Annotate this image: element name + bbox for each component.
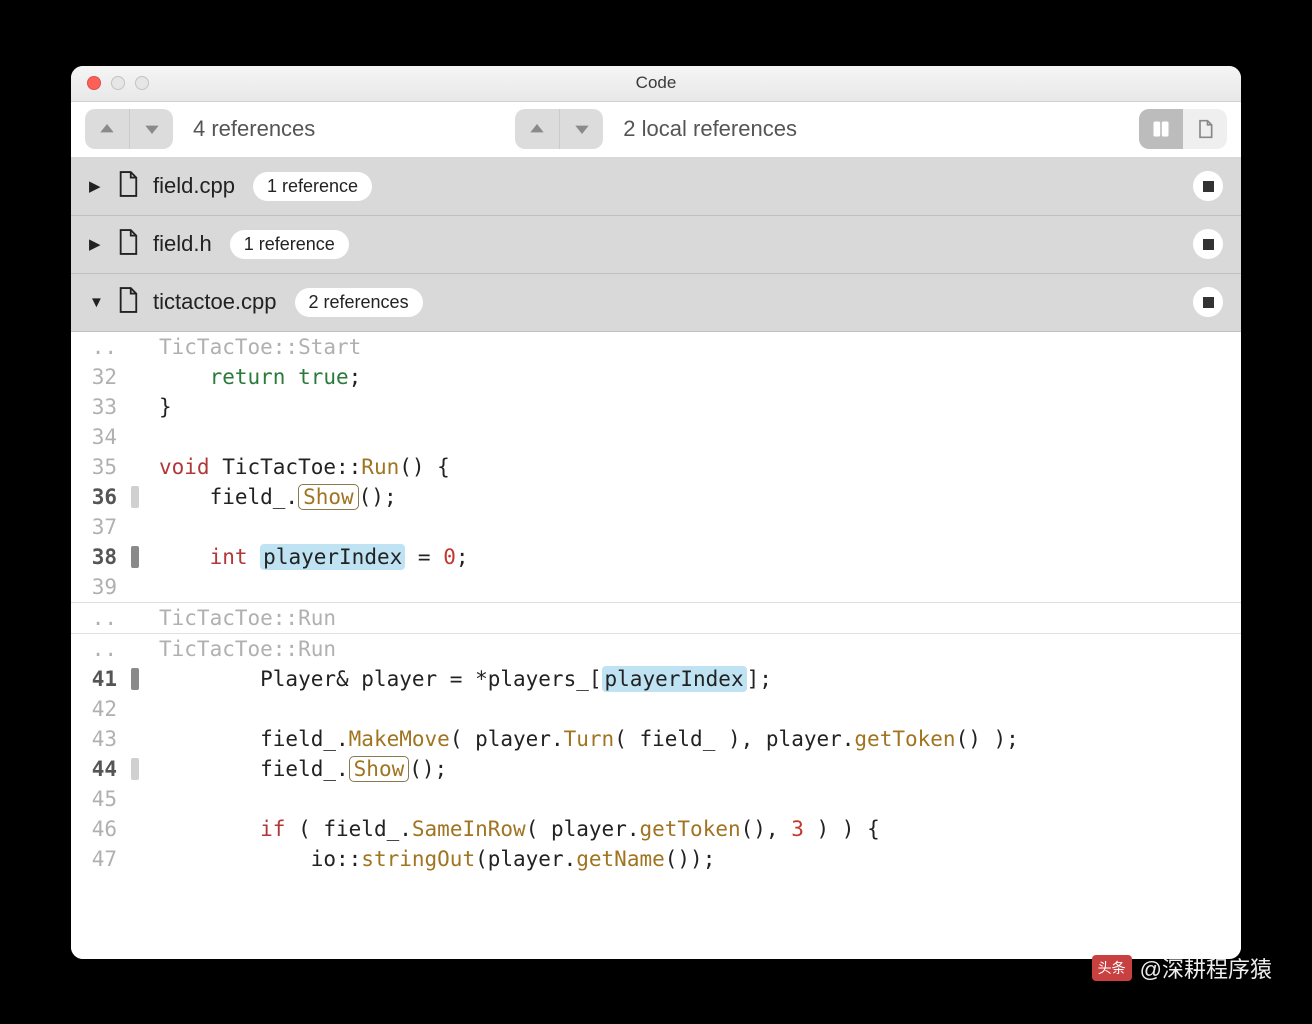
context-label: TicTacToe::Run bbox=[139, 603, 336, 633]
line-number: 45 bbox=[71, 784, 131, 814]
code-line-34 bbox=[139, 422, 159, 452]
file-row-field-cpp[interactable]: ▶ field.cpp 1 reference bbox=[71, 158, 1241, 216]
line-number: 33 bbox=[71, 392, 131, 422]
code-line-41: Player& player = *players_[playerIndex]; bbox=[139, 664, 772, 694]
disclosure-collapsed-icon[interactable]: ▶ bbox=[89, 235, 103, 253]
stop-button[interactable] bbox=[1193, 171, 1223, 201]
code-line-32: return true; bbox=[139, 362, 361, 392]
watermark-logo: 头条 bbox=[1092, 955, 1132, 981]
toolbar: 4 references 2 local references bbox=[71, 102, 1241, 158]
code-line-46: if ( field_.SameInRow( player.getToken()… bbox=[139, 814, 880, 844]
file-icon bbox=[117, 171, 139, 202]
code-line-47: io::stringOut(player.getName()); bbox=[139, 844, 715, 874]
nav-down-button-2[interactable] bbox=[559, 109, 603, 149]
minimize-button[interactable] bbox=[111, 76, 125, 90]
window-title: Code bbox=[71, 73, 1241, 93]
code-line-36: field_.Show(); bbox=[139, 482, 397, 512]
nav-up-button[interactable] bbox=[85, 109, 129, 149]
close-button[interactable] bbox=[87, 76, 101, 90]
change-marker-icon bbox=[131, 486, 139, 508]
code-line-39 bbox=[139, 572, 159, 602]
line-number: 35 bbox=[71, 452, 131, 482]
reference-badge: 2 references bbox=[295, 288, 423, 317]
file-name: field.cpp bbox=[153, 173, 235, 199]
line-number: 32 bbox=[71, 362, 131, 392]
context-label: TicTacToe::Run bbox=[139, 634, 336, 664]
maximize-button[interactable] bbox=[135, 76, 149, 90]
nav-group-right bbox=[515, 109, 603, 149]
line-number: 36 bbox=[71, 482, 131, 512]
change-marker-icon bbox=[131, 758, 139, 780]
references-label-right: 2 local references bbox=[623, 116, 797, 142]
reference-badge: 1 reference bbox=[230, 230, 349, 259]
line-number: 39 bbox=[71, 572, 131, 602]
nav-up-button-2[interactable] bbox=[515, 109, 559, 149]
reference-badge: 1 reference bbox=[253, 172, 372, 201]
file-icon bbox=[117, 229, 139, 260]
line-number: 37 bbox=[71, 512, 131, 542]
change-marker-icon bbox=[131, 668, 139, 690]
file-row-field-h[interactable]: ▶ field.h 1 reference bbox=[71, 216, 1241, 274]
file-icon bbox=[117, 287, 139, 318]
view-file-button[interactable] bbox=[1183, 109, 1227, 149]
code-window: Code 4 references 2 local references bbox=[71, 66, 1241, 959]
references-label-left: 4 references bbox=[193, 116, 315, 142]
titlebar: Code bbox=[71, 66, 1241, 102]
stop-button[interactable] bbox=[1193, 229, 1223, 259]
line-number: 42 bbox=[71, 694, 131, 724]
view-mode-group bbox=[1139, 109, 1227, 149]
file-row-tictactoe-cpp[interactable]: ▼ tictactoe.cpp 2 references bbox=[71, 274, 1241, 332]
disclosure-collapsed-icon[interactable]: ▶ bbox=[89, 177, 103, 195]
code-line-42 bbox=[139, 694, 159, 724]
line-number: 47 bbox=[71, 844, 131, 874]
file-name: tictactoe.cpp bbox=[153, 289, 277, 315]
code-line-43: field_.MakeMove( player.Turn( field_ ), … bbox=[139, 724, 1019, 754]
code-line-37 bbox=[139, 512, 159, 542]
line-number: 41 bbox=[71, 664, 131, 694]
nav-group-left bbox=[85, 109, 173, 149]
code-line-38: int playerIndex = 0; bbox=[139, 542, 469, 572]
line-number: 44 bbox=[71, 754, 131, 784]
code-line-35: void TicTacToe::Run() { bbox=[139, 452, 450, 482]
code-line-45 bbox=[139, 784, 159, 814]
line-number: 34 bbox=[71, 422, 131, 452]
code-line-44: field_.Show(); bbox=[139, 754, 447, 784]
gutter-context: .. bbox=[71, 332, 131, 362]
change-marker-icon bbox=[131, 546, 139, 568]
context-label: TicTacToe::Start bbox=[139, 332, 361, 362]
traffic-lights bbox=[71, 76, 149, 90]
line-number: 38 bbox=[71, 542, 131, 572]
code-area[interactable]: .. TicTacToe::Start 32 return true; 33 }… bbox=[71, 332, 1241, 959]
view-split-button[interactable] bbox=[1139, 109, 1183, 149]
disclosure-expanded-icon[interactable]: ▼ bbox=[89, 294, 103, 311]
stop-button[interactable] bbox=[1193, 287, 1223, 317]
line-number: 43 bbox=[71, 724, 131, 754]
nav-down-button[interactable] bbox=[129, 109, 173, 149]
gutter-context: .. bbox=[71, 634, 131, 664]
line-number: 46 bbox=[71, 814, 131, 844]
file-name: field.h bbox=[153, 231, 212, 257]
gutter-context: .. bbox=[71, 603, 131, 633]
code-line-33: } bbox=[139, 392, 172, 422]
